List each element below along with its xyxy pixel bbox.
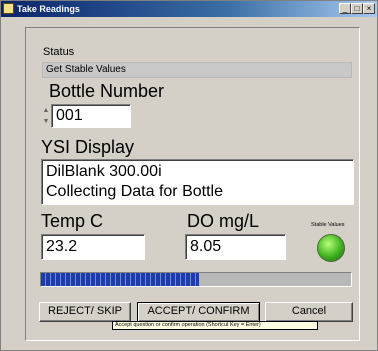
ysi-display-line-1: DilBlank 300.00i [46,163,162,180]
stable-indicator [317,234,345,262]
temp-label: Temp C [41,211,104,231]
stable-values-label: Stable Values [311,222,345,228]
minimize-icon[interactable]: _ [339,3,351,14]
status-value: Get Stable Values [42,62,352,78]
temp-value: 23.2 [41,234,145,260]
bottle-number-input[interactable]: 001 [51,104,131,128]
accept-tooltip: Accept question or confirm operation (Sh… [112,321,318,330]
bottle-number-label: Bottle Number [49,81,165,101]
do-value: 8.05 [185,234,286,260]
maximize-icon[interactable]: □ [351,3,363,14]
reject-skip-button[interactable]: REJECT/ SKIP [39,302,131,322]
close-icon[interactable]: × [363,3,375,14]
increment-icon[interactable]: ▲ [42,105,50,116]
window-title: Take Readings [17,4,80,14]
cancel-button[interactable]: Cancel [265,302,353,322]
do-label: DO mg/L [187,211,260,231]
ysi-display-line-2: Collecting Data for Bottle [46,183,223,200]
take-readings-window: Take Readings _ □ × Status Get Stable Va… [0,0,378,351]
accept-confirm-button[interactable]: ACCEPT/ CONFIRM [137,302,260,322]
bottle-number-stepper[interactable]: ▲ ▼ [42,105,50,128]
progress-fill [41,273,200,286]
progress-bar [40,272,352,287]
status-label: Status [43,46,75,58]
decrement-icon[interactable]: ▼ [42,116,50,127]
app-icon [3,3,14,14]
ysi-display-label: YSI Display [41,137,135,157]
ysi-display: DilBlank 300.00i Collecting Data for Bot… [41,159,354,205]
title-bar[interactable]: Take Readings _ □ × [1,1,377,17]
